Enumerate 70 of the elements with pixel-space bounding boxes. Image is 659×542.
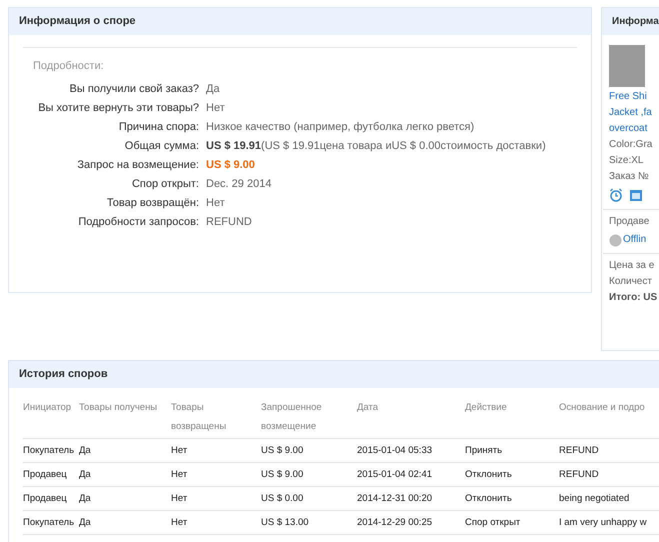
field-label: Товар возвращён: <box>106 196 199 211</box>
field-label: Причина спора: <box>118 120 199 135</box>
table-cell: Нет <box>171 463 261 487</box>
table-cell: 2015-01-04 02:41 <box>357 463 465 487</box>
table-cell: being negotiated <box>559 487 659 511</box>
table-cell: Нет <box>171 511 261 535</box>
product-link[interactable]: overcoat <box>609 121 648 137</box>
table-cell: Продавец <box>23 487 79 511</box>
offline-status-icon <box>609 234 622 246</box>
quantity-label: Количест <box>609 275 652 289</box>
panel-title: История споров <box>9 361 659 388</box>
table-cell: Покупатель <box>23 511 79 535</box>
column-header: Товары получены <box>79 398 171 439</box>
table-cell: Да <box>79 487 171 511</box>
field-value: Нет <box>206 196 226 211</box>
table-cell: Отклонить <box>465 463 559 487</box>
panel-title: Информа <box>602 8 659 35</box>
table-cell: Нет <box>171 439 261 463</box>
field-value: US $ 9.00 <box>206 158 256 173</box>
column-header: Основание и подро <box>559 398 659 439</box>
table-cell: Да <box>79 463 171 487</box>
table-cell: Да <box>79 511 171 535</box>
field-value: REFUND <box>206 215 253 230</box>
field-label: Запрос на возмещение: <box>76 158 199 173</box>
order-number: Заказ № <box>609 170 649 184</box>
column-header: Действие <box>465 398 559 439</box>
product-link[interactable]: Free Shi <box>609 89 647 105</box>
field-label: Подробности запросов: <box>77 215 199 230</box>
table-cell: Покупатель <box>23 439 79 463</box>
field-label: Вы хотите вернуть эти товары? <box>37 101 199 116</box>
table-cell: Нет <box>171 487 261 511</box>
alarm-clock-icon[interactable] <box>609 188 623 202</box>
product-link[interactable]: Jacket ,fa <box>609 105 652 121</box>
table-cell: I am very unhappy w <box>559 511 659 535</box>
field-label: Вы получили свой заказ? <box>68 82 199 97</box>
field-label: Общая сумма: <box>124 139 199 154</box>
seller-status-link[interactable]: Offlin <box>623 232 646 248</box>
product-color: Color:Gra <box>609 138 652 152</box>
field-value: Dec. 29 2014 <box>206 177 272 192</box>
section-label: Подробности: <box>33 60 105 72</box>
column-header: Запрошенное возмещение <box>261 398 357 439</box>
field-value: US $ 19.91(US $ 19.91цена товара иUS $ 0.00стоимость доставки) <box>206 139 547 154</box>
column-header: Товары возвращены <box>171 398 261 439</box>
field-value: Да <box>206 82 221 97</box>
table-cell: Отклонить <box>465 487 559 511</box>
table-cell: REFUND <box>559 439 659 463</box>
field-label: Спор открыт: <box>130 177 199 192</box>
table-cell: 2014-12-29 00:25 <box>357 511 465 535</box>
price-label: Цена за е <box>609 259 654 273</box>
table-cell: US $ 9.00 <box>261 439 357 463</box>
table-cell: Продавец <box>23 463 79 487</box>
table-cell: Спор открыт <box>465 511 559 535</box>
panel-title: Информация о споре <box>9 8 591 35</box>
seller-label: Продаве <box>609 215 650 229</box>
field-value: Нет <box>206 101 226 116</box>
table-cell: 2015-01-04 05:33 <box>357 439 465 463</box>
table-cell: US $ 0.00 <box>261 487 357 511</box>
table-cell: Принять <box>465 439 559 463</box>
column-header: Дата <box>357 398 465 439</box>
product-size: Size:XL <box>609 154 644 168</box>
table-cell: Да <box>79 439 171 463</box>
table-cell: US $ 13.00 <box>261 511 357 535</box>
jacket-photo-placeholder <box>609 45 645 87</box>
total-label: Итого: US <box>609 291 658 305</box>
table-cell: 2014-12-31 00:20 <box>357 487 465 511</box>
field-value: Низкое качество (например, футболка легко рвется) <box>206 120 476 135</box>
table-cell: US $ 9.00 <box>261 463 357 487</box>
calendar-icon[interactable] <box>629 188 643 202</box>
table-cell: REFUND <box>559 463 659 487</box>
column-header: Инициатор <box>23 398 79 439</box>
